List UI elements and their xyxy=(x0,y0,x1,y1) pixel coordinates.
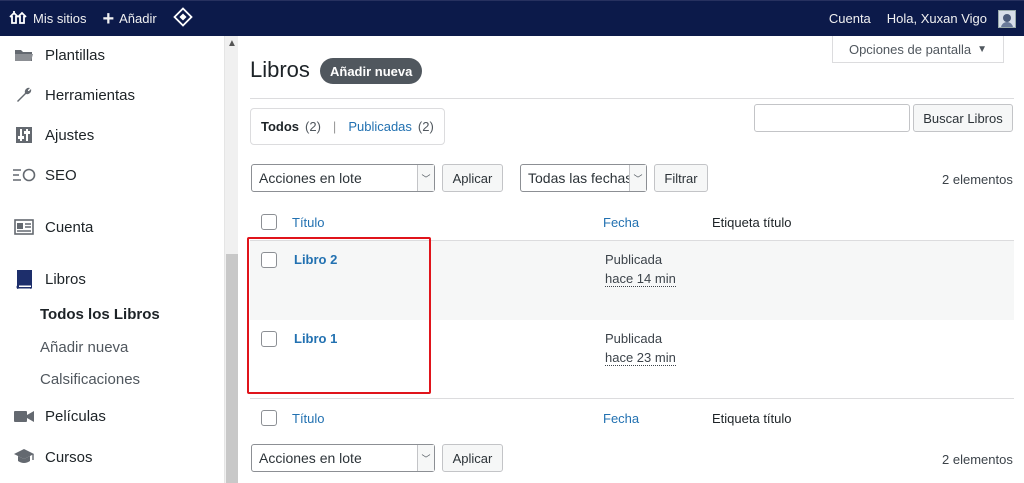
bulk-actions-select-bottom[interactable]: Acciones en lote ﹀ xyxy=(251,444,435,472)
graduation-cap-icon xyxy=(12,448,36,466)
items-count-top: 2 elementos xyxy=(942,172,1013,187)
search-button[interactable]: Buscar Libros xyxy=(913,104,1013,132)
diamond-logo-icon xyxy=(172,7,193,30)
submenu-todos-los-libros[interactable]: Todos los Libros xyxy=(40,306,160,323)
chevron-down-icon: ﹀ xyxy=(417,165,434,191)
view-all-count: (2) xyxy=(305,119,321,134)
plus-icon: + xyxy=(102,7,115,30)
greeting-label: Hola, Xuxan Vigo xyxy=(886,11,987,26)
my-sites-label: Mis sitios xyxy=(33,11,87,26)
chevron-down-icon: ﹀ xyxy=(417,445,434,471)
settings-sliders-icon xyxy=(12,126,36,144)
sidebar-item-label: Libros xyxy=(45,270,86,288)
row-time: hace 14 min xyxy=(605,271,676,287)
bulk-actions-select-top[interactable]: Acciones en lote ﹀ xyxy=(251,164,435,192)
search-input[interactable] xyxy=(754,104,910,132)
header-divider xyxy=(250,98,1014,99)
folder-icon xyxy=(12,47,36,63)
apply-button-top[interactable]: Aplicar xyxy=(442,164,503,192)
sidebar-item-peliculas[interactable]: Películas xyxy=(0,399,224,433)
view-published-count: (2) xyxy=(417,119,434,134)
sidebar-item-label: Cursos xyxy=(45,448,93,466)
items-count-bottom: 2 elementos xyxy=(942,452,1013,467)
bulk-actions-value: Acciones en lote xyxy=(259,450,362,466)
row-status: Publicada xyxy=(605,252,663,267)
column-title-header[interactable]: Título xyxy=(292,215,325,230)
view-published-link[interactable]: Publicadas xyxy=(348,119,412,134)
date-filter-select[interactable]: Todas las fechas ﹀ xyxy=(520,164,647,192)
sidebar-item-herramientas[interactable]: Herramientas xyxy=(0,78,224,112)
column-label-header: Etiqueta título xyxy=(712,215,792,230)
view-all-link[interactable]: Todos xyxy=(261,119,299,134)
caret-down-icon: ▼ xyxy=(977,43,988,55)
book-icon xyxy=(12,269,36,289)
video-camera-icon xyxy=(12,408,36,424)
sidebar-item-label: Películas xyxy=(45,407,106,425)
my-sites-icon xyxy=(8,9,28,28)
apply-button-bottom[interactable]: Aplicar xyxy=(442,444,503,472)
table-footer-divider xyxy=(250,398,1014,399)
column-title-footer[interactable]: Título xyxy=(292,411,325,426)
select-all-checkbox-top[interactable] xyxy=(261,214,277,230)
page-title: Libros xyxy=(250,57,310,82)
admin-sidebar: Plantillas Herramientas Ajustes SEO Cuen… xyxy=(0,36,224,483)
submenu-calsificaciones[interactable]: Calsificaciones xyxy=(40,371,140,388)
sidebar-item-ajustes[interactable]: Ajustes xyxy=(0,118,224,152)
screen-options-button[interactable]: Opciones de pantalla ▼ xyxy=(832,36,1004,63)
sidebar-item-label: Ajustes xyxy=(45,126,95,144)
sidebar-item-cuenta[interactable]: Cuenta xyxy=(0,210,224,244)
column-label-footer: Etiqueta título xyxy=(712,411,792,426)
sidebar-item-label: Plantillas xyxy=(45,46,106,64)
sidebar-item-plantillas[interactable]: Plantillas xyxy=(0,38,224,72)
sidebar-item-label: SEO xyxy=(45,166,77,184)
submenu-anadir-nueva[interactable]: Añadir nueva xyxy=(40,339,128,356)
views-separator: | xyxy=(332,119,337,134)
avatar xyxy=(998,9,1016,28)
select-all-checkbox-bottom[interactable] xyxy=(261,410,277,426)
scroll-up-arrow-icon[interactable]: ▲ xyxy=(227,38,237,49)
sidebar-item-seo[interactable]: SEO xyxy=(0,158,224,192)
add-new-button[interactable]: Añadir nueva xyxy=(320,58,423,84)
screen-options-label: Opciones de pantalla xyxy=(848,41,972,57)
wrench-icon xyxy=(12,86,36,104)
sidebar-item-label: Herramientas xyxy=(45,86,136,104)
sidebar-item-libros[interactable]: Libros xyxy=(0,262,224,296)
account-card-icon xyxy=(12,219,36,235)
scrollbar-thumb[interactable] xyxy=(226,254,238,483)
site-logo-menu[interactable] xyxy=(165,1,201,36)
seo-icon xyxy=(12,168,36,182)
add-new-label: Añadir xyxy=(119,11,157,26)
add-new-menu[interactable]: + Añadir xyxy=(94,1,164,36)
my-sites-menu[interactable]: Mis sitios xyxy=(0,1,94,36)
admin-bar: Mis sitios + Añadir Cuenta Hola, Xuxan V… xyxy=(0,0,1024,36)
column-date-header[interactable]: Fecha xyxy=(603,215,639,230)
sidebar-item-label: Cuenta xyxy=(45,218,94,236)
date-filter-value: Todas las fechas xyxy=(528,170,633,186)
highlight-box xyxy=(247,237,431,394)
sidebar-item-cursos[interactable]: Cursos xyxy=(0,440,224,474)
row-status: Publicada xyxy=(605,331,663,346)
status-views: Todos (2) | Publicadas (2) xyxy=(250,108,445,145)
sidebar-scrollbar[interactable]: ▲ xyxy=(224,36,238,483)
bulk-actions-value: Acciones en lote xyxy=(259,170,362,186)
row-time: hace 23 min xyxy=(605,350,676,366)
column-date-footer[interactable]: Fecha xyxy=(603,411,639,426)
filter-button[interactable]: Filtrar xyxy=(654,164,708,192)
user-greeting[interactable]: Hola, Xuxan Vigo xyxy=(879,1,1024,36)
chevron-down-icon: ﹀ xyxy=(629,165,646,191)
account-link[interactable]: Cuenta xyxy=(821,1,879,36)
